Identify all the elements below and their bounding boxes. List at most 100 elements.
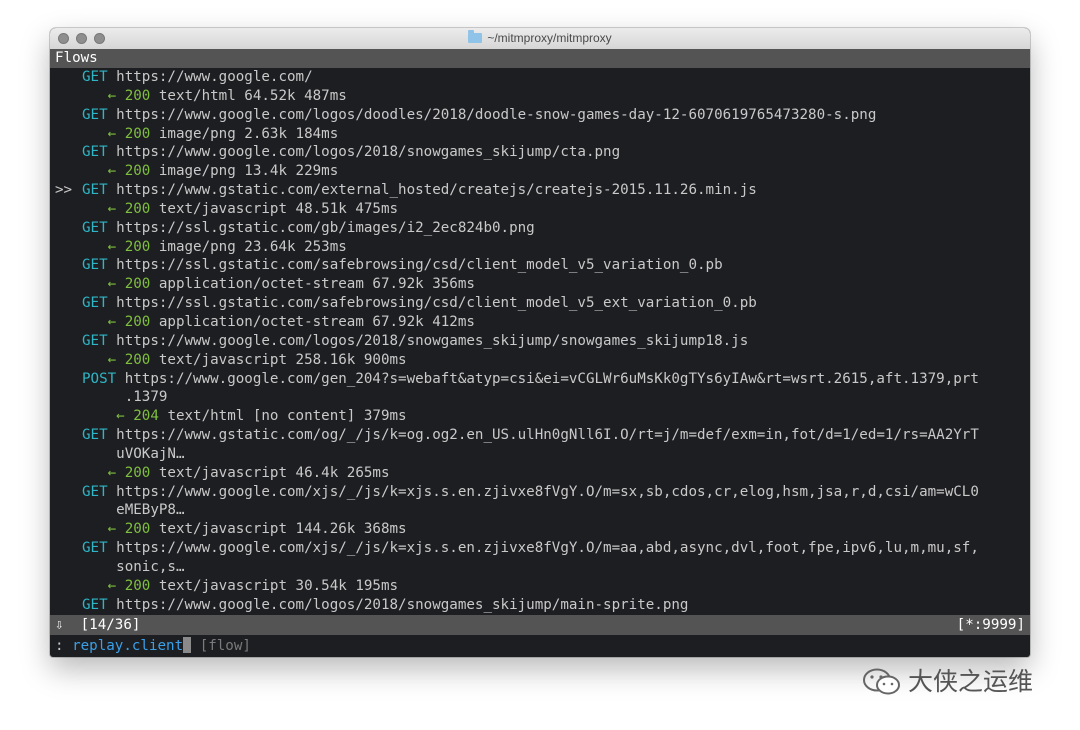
flow-url: https://ssl.gstatic.com/safebrowsing/csd… xyxy=(116,257,723,274)
response-arrow-icon: ← xyxy=(107,276,117,293)
flow-response-line: ← 200 text/javascript 48.51k 475ms xyxy=(50,200,1030,219)
flow-url-continuation: uVOKajN… xyxy=(50,445,1030,464)
response-status: 200 xyxy=(124,351,151,368)
flow-list[interactable]: GET https://www.google.com/ ← 200 text/h… xyxy=(50,68,1030,615)
flow-url-continuation: eMEByP8… xyxy=(50,501,1030,520)
flow-response-line: ← 200 text/javascript 30.54k 195ms xyxy=(50,577,1030,596)
response-status: 200 xyxy=(124,577,151,594)
title-bar: ~/mitmproxy/mitmproxy xyxy=(50,28,1030,50)
status-bar: ⇩ [14/36] [*:9999] xyxy=(50,615,1030,635)
flow-response-line: ← 200 image/png 23.64k 253ms xyxy=(50,238,1030,257)
flow-url: https://www.google.com/xjs/_/js/k=xjs.s.… xyxy=(116,483,979,500)
command-line[interactable]: : replay.client [flow] xyxy=(50,635,1030,657)
watermark-text: 大侠之运维 xyxy=(908,667,1034,696)
flow-url: https://www.google.com/logos/doodles/201… xyxy=(116,106,877,123)
response-status: 200 xyxy=(124,238,151,255)
response-details: image/png 23.64k 253ms xyxy=(158,238,347,255)
flow-request-line[interactable]: GET https://www.gstatic.com/og/_/js/k=og… xyxy=(50,426,1030,445)
response-details: text/javascript 30.54k 195ms xyxy=(158,577,399,594)
flow-request-line[interactable]: GET https://www.google.com/logos/2018/sn… xyxy=(50,332,1030,351)
window-title: ~/mitmproxy/mitmproxy xyxy=(487,31,612,45)
flow-response-line: ← 200 application/octet-stream 67.92k 35… xyxy=(50,275,1030,294)
flow-url-wrap: eMEByP8… xyxy=(116,502,185,519)
flow-method: POST xyxy=(82,370,117,387)
flow-request-line[interactable]: GET https://www.google.com/ xyxy=(50,68,1030,87)
flow-method: GET xyxy=(82,257,108,274)
flow-request-line[interactable]: GET https://www.google.com/logos/2018/sn… xyxy=(50,143,1030,162)
command-input[interactable]: replay.client xyxy=(72,638,183,654)
flow-method: GET xyxy=(82,427,108,444)
flows-header: Flows xyxy=(50,49,1030,68)
response-details: text/javascript 258.16k 900ms xyxy=(158,351,407,368)
flow-url-wrap: .1379 xyxy=(124,389,168,406)
flow-request-line[interactable]: POST https://www.google.com/gen_204?s=we… xyxy=(50,370,1030,389)
command-hint: [flow] xyxy=(199,638,251,654)
response-arrow-icon: ← xyxy=(107,351,117,368)
flow-response-line: ← 200 text/javascript 46.4k 265ms xyxy=(50,464,1030,483)
flow-url-continuation: sonic,s… xyxy=(50,558,1030,577)
flow-request-line[interactable]: GET https://ssl.gstatic.com/safebrowsing… xyxy=(50,294,1030,313)
flow-request-line[interactable]: >> GET https://www.gstatic.com/external_h… xyxy=(50,181,1030,200)
flow-method: GET xyxy=(82,332,108,349)
flow-response-line: ← 200 text/html 64.52k 487ms xyxy=(50,87,1030,106)
flow-url: https://www.gstatic.com/og/_/js/k=og.og2… xyxy=(116,427,979,444)
flow-request-line[interactable]: GET https://www.google.com/logos/2018/sn… xyxy=(50,596,1030,615)
response-arrow-icon: ← xyxy=(107,521,117,538)
flow-focus-marker: >> xyxy=(55,182,73,199)
flow-response-line: ← 200 image/png 13.4k 229ms xyxy=(50,162,1030,181)
flow-url-continuation: .1379 xyxy=(50,388,1030,407)
flow-url: https://ssl.gstatic.com/safebrowsing/csd… xyxy=(116,295,757,312)
response-status: 200 xyxy=(124,163,151,180)
response-arrow-icon: ← xyxy=(107,313,117,330)
response-status: 200 xyxy=(124,464,151,481)
flow-request-line[interactable]: GET https://www.google.com/xjs/_/js/k=xj… xyxy=(50,483,1030,502)
response-arrow-icon: ← xyxy=(116,408,125,425)
response-details: image/png 13.4k 229ms xyxy=(158,163,339,180)
response-arrow-icon: ← xyxy=(107,238,117,255)
flow-method: GET xyxy=(82,219,108,236)
response-status: 200 xyxy=(124,276,151,293)
flow-method: GET xyxy=(82,144,108,161)
flow-request-line[interactable]: GET https://ssl.gstatic.com/safebrowsing… xyxy=(50,256,1030,275)
flow-method: GET xyxy=(82,540,108,557)
response-arrow-icon: ← xyxy=(107,163,117,180)
response-status: 200 xyxy=(124,313,151,330)
response-details: text/javascript 144.26k 368ms xyxy=(158,521,407,538)
response-arrow-icon: ← xyxy=(107,125,117,142)
listen-address: [*:9999] xyxy=(956,617,1025,633)
folder-icon xyxy=(468,30,483,43)
flow-counter: [14/36] xyxy=(80,617,141,633)
flow-url: https://www.google.com/logos/2018/snowga… xyxy=(116,332,749,349)
flow-url-wrap: uVOKajN… xyxy=(116,445,185,462)
response-arrow-icon: ← xyxy=(107,577,117,594)
flow-url: https://www.google.com/logos/2018/snowga… xyxy=(116,596,689,613)
flow-method: GET xyxy=(82,106,108,123)
response-status: 200 xyxy=(124,87,151,104)
response-status: 200 xyxy=(124,521,151,538)
flow-method: GET xyxy=(82,596,108,613)
response-status: 200 xyxy=(124,125,151,142)
response-details: application/octet-stream 67.92k 356ms xyxy=(158,276,475,293)
flow-url: https://ssl.gstatic.com/gb/images/i2_2ec… xyxy=(116,219,535,236)
flow-request-line[interactable]: GET https://ssl.gstatic.com/gb/images/i2… xyxy=(50,219,1030,238)
flow-url: https://www.gstatic.com/external_hosted/… xyxy=(116,182,757,199)
text-cursor xyxy=(183,637,192,653)
flow-method: GET xyxy=(82,182,108,199)
flow-url: https://www.google.com/logos/2018/snowga… xyxy=(116,144,621,161)
response-details: text/html [no content] 379ms xyxy=(167,408,407,425)
response-details: application/octet-stream 67.92k 412ms xyxy=(158,313,475,330)
flow-url: https://www.google.com/ xyxy=(116,69,313,85)
command-prompt: : xyxy=(55,638,64,654)
flow-response-line: ← 200 image/png 2.63k 184ms xyxy=(50,125,1030,144)
flow-method: GET xyxy=(82,295,108,312)
flow-url-wrap: sonic,s… xyxy=(116,558,185,575)
flow-response-line: ← 200 text/javascript 144.26k 368ms xyxy=(50,520,1030,539)
response-details: text/html 64.52k 487ms xyxy=(158,87,347,104)
response-details: image/png 2.63k 184ms xyxy=(158,125,339,142)
flow-position: ⇩ [14/36] xyxy=(55,615,140,635)
flow-request-line[interactable]: GET https://www.google.com/logos/doodles… xyxy=(50,106,1030,125)
wechat-icon xyxy=(863,668,900,695)
response-arrow-icon: ← xyxy=(107,200,117,217)
response-details: text/javascript 48.51k 475ms xyxy=(158,200,399,217)
flow-request-line[interactable]: GET https://www.google.com/xjs/_/js/k=xj… xyxy=(50,539,1030,558)
